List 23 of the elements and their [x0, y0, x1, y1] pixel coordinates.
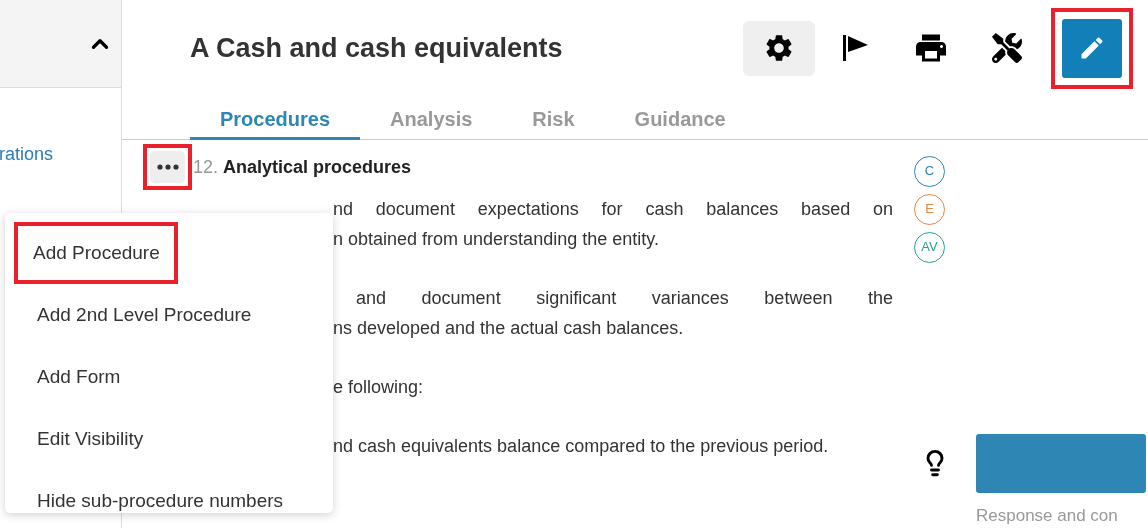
edit-button[interactable]: [1062, 18, 1122, 78]
menu-item[interactable]: Add 2nd Level Procedure: [18, 288, 252, 342]
procedure-number: 12.: [193, 155, 219, 179]
tab[interactable]: Procedures: [190, 100, 361, 140]
tools-icon: [992, 33, 1022, 64]
more-button[interactable]: [150, 151, 185, 183]
page-title: A Cash and cash equivalents: [190, 31, 564, 65]
menu-item[interactable]: Add Form: [18, 350, 121, 404]
menu-item[interactable]: Add Procedure: [18, 226, 174, 280]
procedure-text: nd cash equivalents balance compared to the previous period.: [333, 434, 830, 458]
sidebar-link[interactable]: rations: [0, 141, 121, 168]
procedure-text: e following:: [333, 375, 425, 399]
menu-item[interactable]: Hide sub-procedure numbers: [18, 474, 284, 528]
procedure-text: nd document expectations for cash balances based on: [333, 197, 893, 221]
settings-button[interactable]: [743, 20, 815, 76]
procedure-title: Analytical procedures: [223, 155, 412, 179]
more-icon: [156, 164, 179, 170]
response-caption: Response and con: [976, 504, 1119, 527]
procedure-text: ns developed and the actual cash balances.: [333, 316, 685, 340]
procedure-text: and document significant variances between the: [355, 286, 893, 310]
flag-icon: [841, 34, 869, 63]
procedure-text: n obtained from understanding the entity.: [333, 227, 660, 251]
menu-item[interactable]: Edit Visibility: [18, 412, 144, 466]
